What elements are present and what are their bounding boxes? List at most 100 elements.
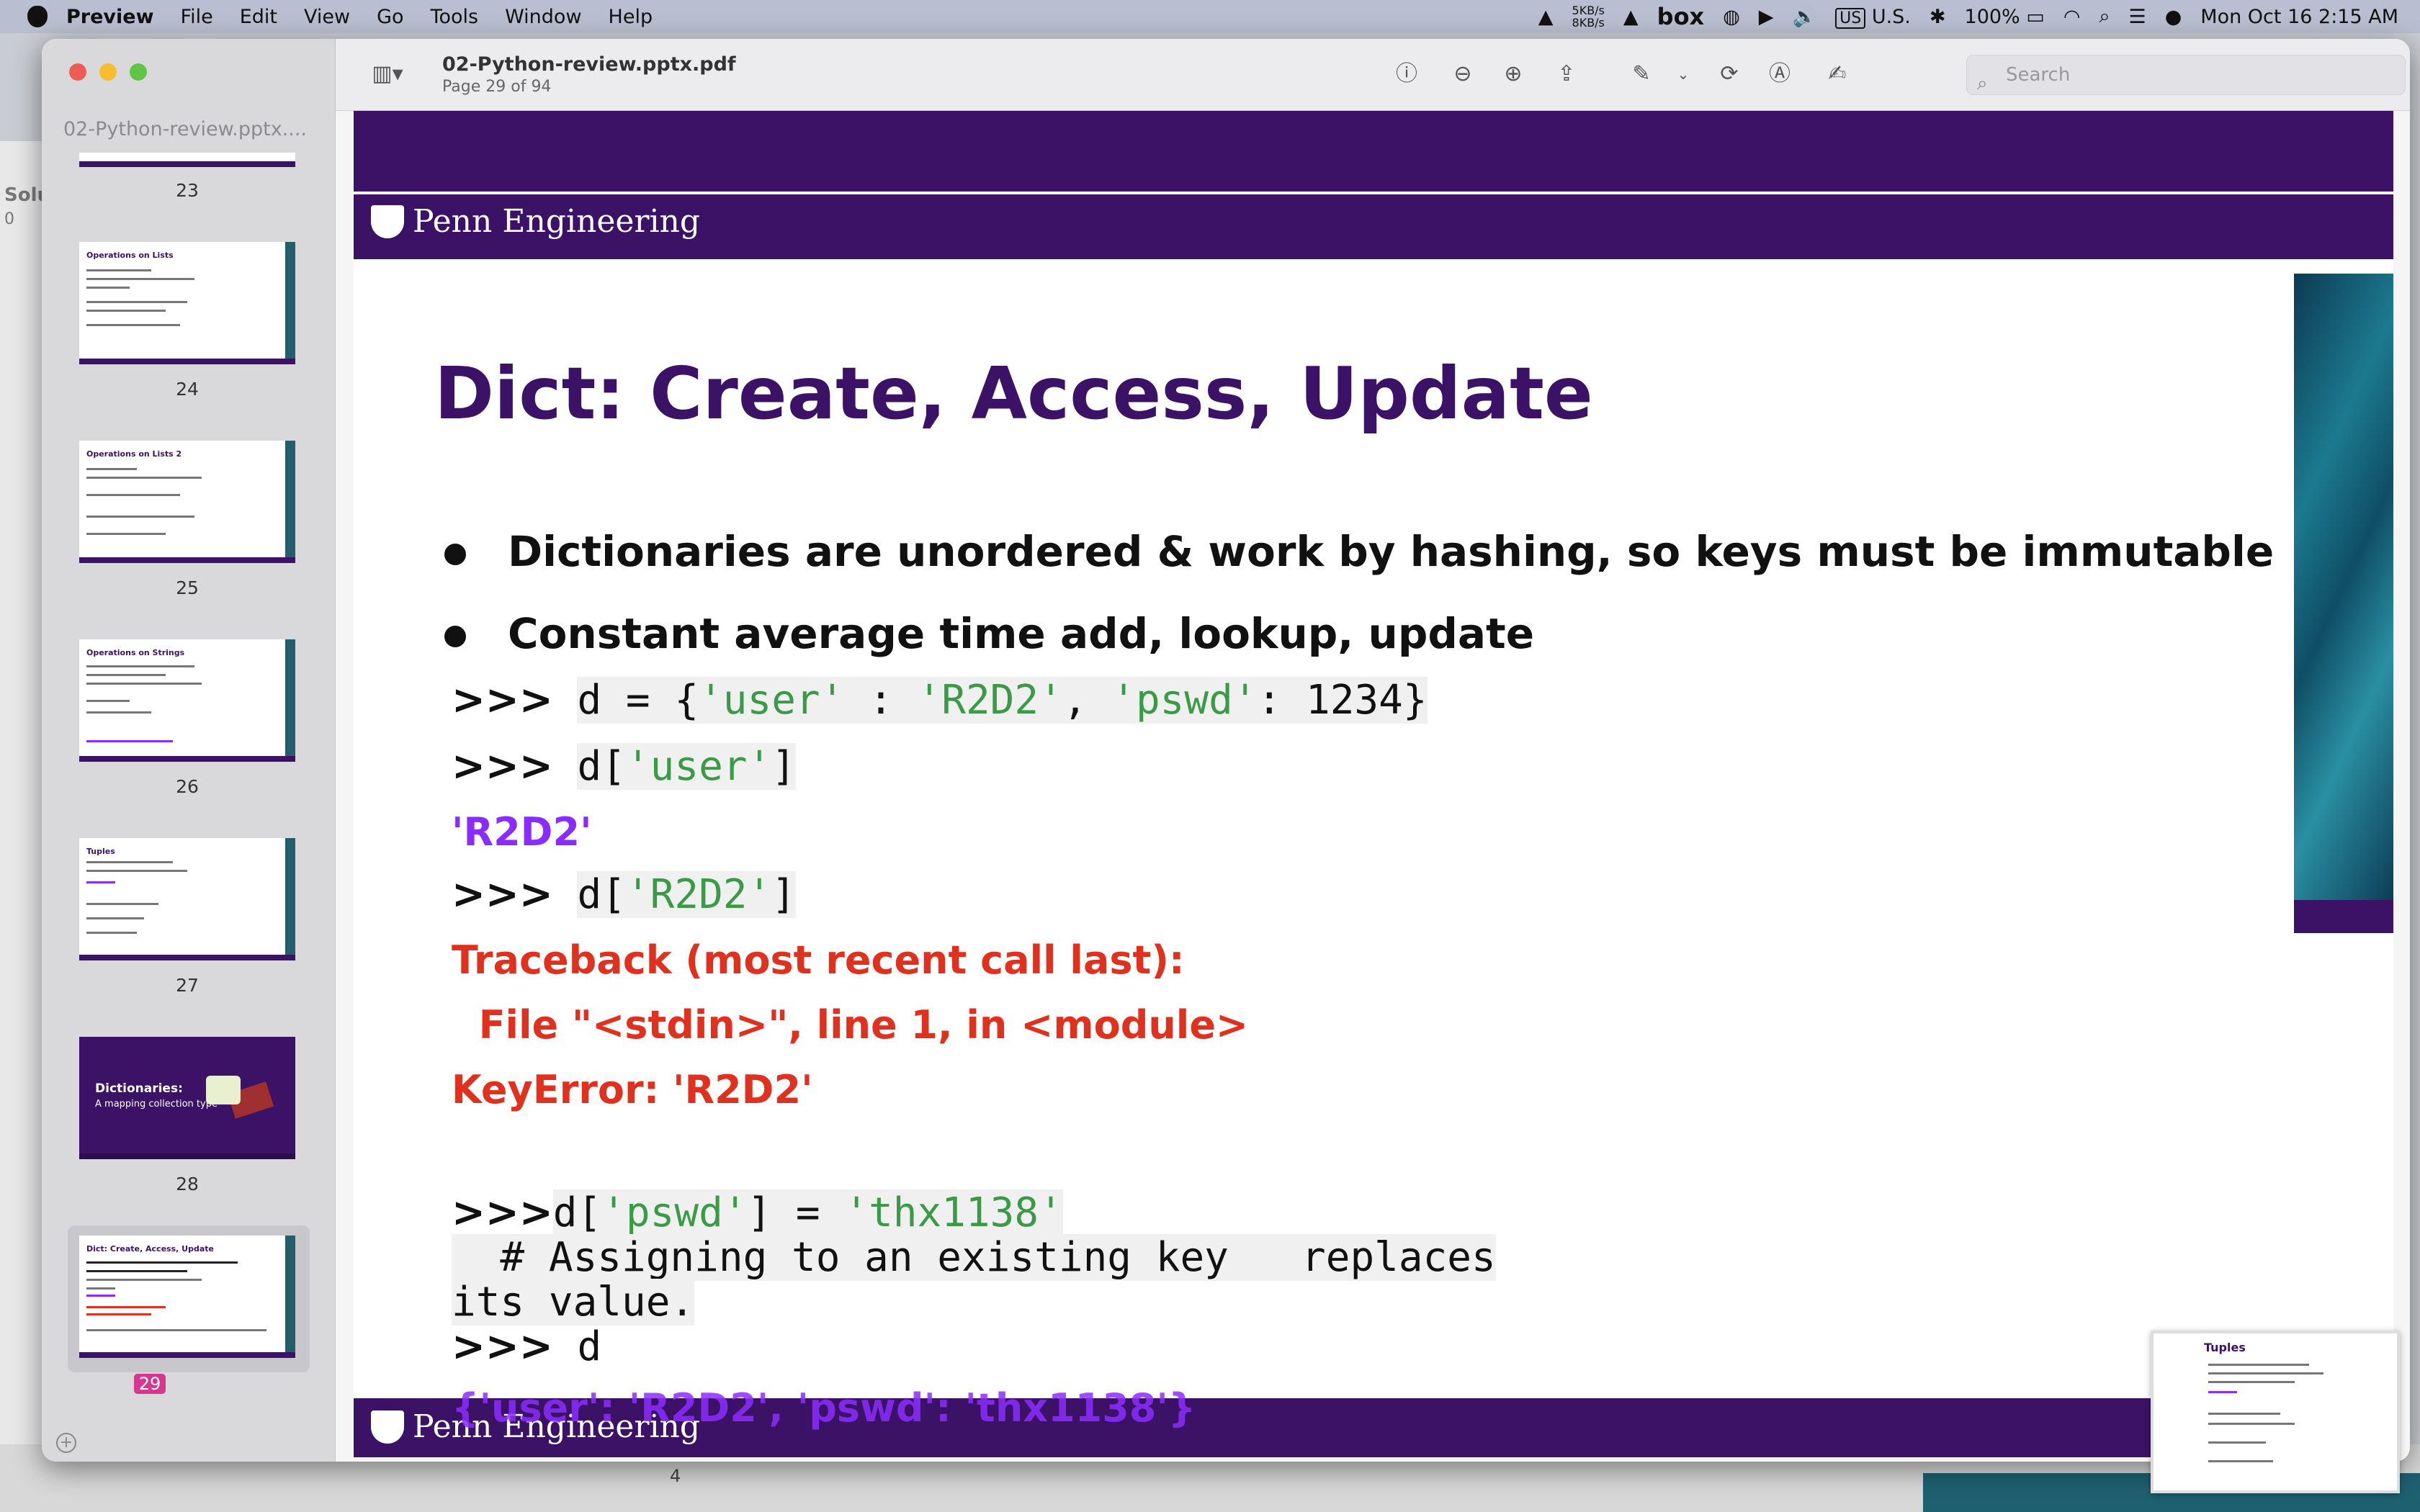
code-comment-continued: its value.: [452, 1279, 695, 1326]
menu-view[interactable]: View: [304, 6, 350, 28]
zoom-out-icon[interactable]: ⊖: [1449, 60, 1476, 88]
page-number: 23: [176, 180, 199, 201]
form-fill-icon[interactable]: ✍: [1824, 60, 1851, 88]
thumbnail-26[interactable]: Operations on Strings: [79, 639, 295, 762]
clock[interactable]: Mon Oct 16 2:15 AM: [2200, 6, 2398, 28]
info-icon[interactable]: ⓘ: [1393, 60, 1420, 88]
penn-shield-icon: [371, 1410, 404, 1444]
box-icon[interactable]: box: [1657, 3, 1705, 30]
code-string: 'thx1138': [844, 1189, 1063, 1236]
thumbnail-text-line: [86, 665, 194, 667]
thumbnail-image: Operations on Lists 2: [79, 441, 295, 563]
battery-status[interactable]: 100% ▭: [1965, 6, 2045, 28]
siri-icon[interactable]: ●: [2165, 6, 2182, 28]
thumbnail-text-line: [86, 533, 166, 535]
thumbnail-title: Tuples: [86, 847, 115, 856]
page-number-selected: 29: [134, 1374, 166, 1394]
battery-percent: 100%: [1964, 5, 2020, 28]
code-string: 'pswd': [601, 1189, 748, 1236]
code-prompt: >>>: [452, 871, 553, 918]
previous-slide-footer: Penn Engineering: [354, 192, 2393, 259]
menu-go[interactable]: Go: [377, 6, 403, 28]
preview-text-line: [2208, 1460, 2273, 1462]
preview-text-line: [2208, 1381, 2295, 1383]
menu-help[interactable]: Help: [609, 6, 653, 28]
input-source[interactable]: US U.S.: [1835, 6, 1911, 29]
thumbnail-text-line: [86, 1261, 238, 1264]
toolbar: ▥▾ 02-Python-review.pptx.pdf Page 29 of …: [336, 39, 2410, 111]
apple-menu-icon[interactable]: [27, 6, 48, 27]
previous-slide-bar: [354, 111, 2393, 192]
share-icon[interactable]: ⇪: [1553, 60, 1580, 88]
net-up: 5KB/s: [1572, 4, 1605, 17]
drive-icon[interactable]: ▲: [1623, 6, 1639, 28]
thumbnail-title: Operations on Strings: [86, 648, 185, 657]
globe-icon[interactable]: ◍: [1723, 6, 1740, 28]
wifi-icon[interactable]: ◠: [2063, 6, 2081, 28]
volume-icon[interactable]: 🔊: [1793, 5, 1817, 28]
thumbnail-24[interactable]: Operations on Lists: [79, 242, 295, 364]
code-segment: d = {: [577, 677, 699, 724]
code-string: 'user': [625, 743, 772, 790]
search-icon: ⌕: [1977, 73, 1988, 94]
menu-file[interactable]: File: [181, 6, 213, 28]
thumbnail-text-line: [86, 269, 151, 271]
zoom-in-icon[interactable]: ⊕: [1500, 60, 1527, 88]
play-icon[interactable]: ▶: [1759, 6, 1774, 28]
menu-tools[interactable]: Tools: [431, 6, 479, 28]
code-text: d['user']: [577, 743, 796, 790]
background-sublabel: 0: [4, 210, 14, 228]
thumbnail-28[interactable]: Dictionaries: A mapping collection type: [79, 1037, 295, 1159]
thumbnail-text-line: [86, 1329, 266, 1331]
thumbnail-29[interactable]: Dict: Create, Access, Update: [79, 1236, 295, 1358]
search-field[interactable]: ⌕ Search: [1966, 55, 2406, 95]
preview-window: 02-Python-review.pptx.... 23 Operations …: [42, 39, 2410, 1462]
page-indicator: Page 29 of 94: [442, 78, 552, 96]
rotate-icon[interactable]: ⟳: [1716, 60, 1743, 88]
thumbnail-image: Operations on Strings: [79, 639, 295, 762]
spotlight-search-icon[interactable]: ⌕: [2099, 5, 2110, 28]
page-number: 27: [176, 975, 199, 996]
app-status-icon[interactable]: ▲: [1538, 6, 1554, 28]
chevron-down-icon[interactable]: ⌄: [1670, 60, 1697, 88]
thumbnail-25[interactable]: Operations on Lists 2: [79, 441, 295, 563]
sidebar-toggle-icon[interactable]: ▥▾: [366, 60, 409, 88]
zoom-window-button[interactable]: [130, 63, 147, 81]
menu-window[interactable]: Window: [505, 6, 581, 28]
slide-title: Dict: Create, Access, Update: [434, 351, 1593, 436]
code-string: 'R2D2': [917, 677, 1063, 724]
background-page-num: 4: [670, 1466, 681, 1486]
code-segment: ,: [1062, 677, 1112, 724]
minimize-window-button[interactable]: [99, 63, 117, 81]
bluetooth-icon[interactable]: ✱: [1930, 6, 1946, 28]
thumbnail-text-line: [86, 1313, 151, 1315]
code-text: d['pswd'] = 'thx1138' # Assigning to an …: [452, 1189, 1496, 1281]
floating-slide-preview[interactable]: Tuples: [2151, 1331, 2400, 1493]
annotate-icon[interactable]: Ⓐ: [1766, 60, 1793, 88]
add-page-button[interactable]: +: [56, 1433, 76, 1453]
thumbnail-decoration: [285, 441, 295, 557]
menu-preview[interactable]: Preview: [66, 6, 154, 28]
control-center-icon[interactable]: ☰: [2129, 6, 2146, 28]
menu-edit[interactable]: Edit: [240, 6, 277, 28]
thumbnail-27[interactable]: Tuples: [79, 838, 295, 960]
thumbnail-text-line: [86, 1287, 115, 1290]
thumbnail-23[interactable]: [79, 153, 295, 167]
markup-pen-icon[interactable]: ✎: [1628, 60, 1655, 88]
thumbnail-sidebar: 02-Python-review.pptx.... 23 Operations …: [42, 39, 336, 1462]
page-number: 26: [176, 776, 199, 797]
thumbnail-text-line: [86, 301, 187, 303]
page-number: 24: [176, 379, 199, 400]
close-window-button[interactable]: [69, 63, 86, 81]
code-segment: : 1234}: [1257, 677, 1428, 724]
code-output: {'user': 'R2D2', 'pswd': 'thx1138'}: [452, 1385, 1196, 1431]
document-viewer[interactable]: Penn Engineering Dict: Create, Access, U…: [336, 111, 2410, 1462]
input-source-badge: US: [1835, 7, 1866, 29]
code-text: d = {'user' : 'R2D2', 'pswd': 1234}: [577, 677, 1428, 724]
thumbnail-text-line: [86, 1279, 202, 1281]
preview-text-line: [2208, 1372, 2323, 1374]
thumbnail-title: Operations on Lists 2: [86, 449, 182, 459]
code-prompt: >>>: [452, 677, 553, 724]
code-text: d['R2D2']: [577, 871, 796, 918]
preview-text-line: [2208, 1413, 2280, 1415]
